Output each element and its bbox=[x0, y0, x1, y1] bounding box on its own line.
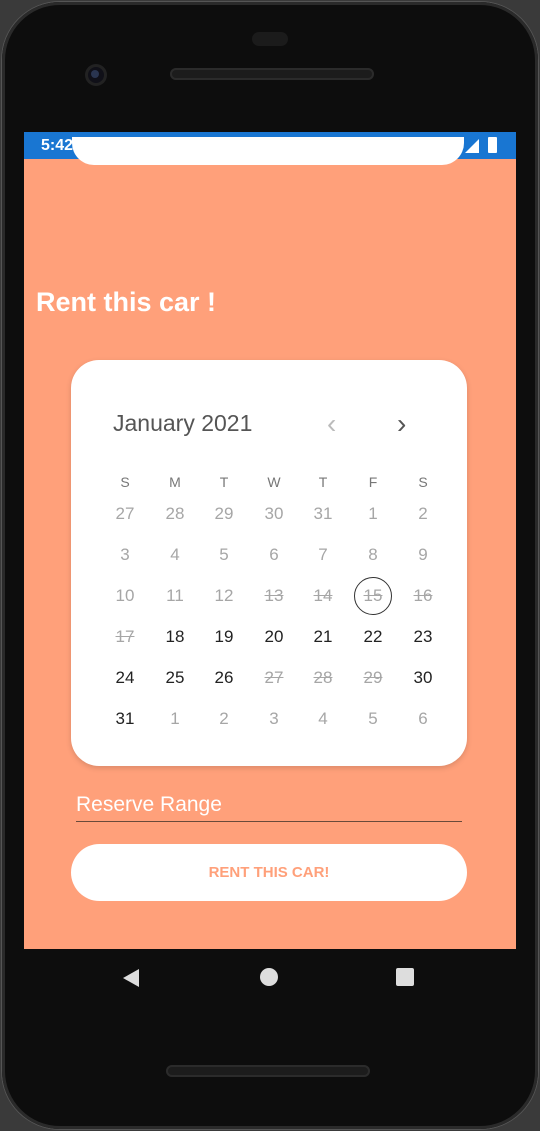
weekday-label: M bbox=[169, 474, 181, 490]
calendar-day-outside-month: 29 bbox=[214, 504, 234, 523]
calendar-day-outside-month: 3 bbox=[269, 709, 279, 728]
calendar-day-outside-month: 2 bbox=[219, 709, 229, 728]
calendar-day-past: 5 bbox=[219, 545, 229, 564]
calendar-day-unavailable: 16 bbox=[413, 586, 433, 605]
calendar-day-outside-month: 30 bbox=[264, 504, 284, 523]
calendar-day-past: 7 bbox=[318, 545, 328, 564]
calendar-day-selected: 15 bbox=[354, 577, 392, 615]
top-sensor bbox=[252, 32, 288, 46]
calendar-day-past: 3 bbox=[120, 545, 130, 564]
weekday-label: S bbox=[120, 474, 130, 490]
rent-car-button[interactable]: RENT THIS CAR! bbox=[71, 844, 467, 901]
calendar-day-outside-month: 28 bbox=[165, 504, 185, 523]
calendar-day-past: 1 bbox=[368, 504, 378, 523]
status-time: 5:42 bbox=[41, 137, 74, 154]
calendar-day-outside-month: 27 bbox=[115, 504, 135, 523]
calendar-day[interactable]: 31 bbox=[105, 709, 145, 729]
weekday-label: F bbox=[368, 474, 378, 490]
weekday-label: T bbox=[318, 474, 328, 490]
calendar-day-unavailable: 27 bbox=[264, 668, 284, 687]
calendar-day-unavailable: 29 bbox=[363, 668, 383, 687]
calendar-day-past: 2 bbox=[418, 504, 428, 523]
calendar-month-label: January 2021 bbox=[113, 410, 253, 436]
calendar-day-outside-month: 6 bbox=[418, 709, 428, 728]
reserve-range-underline bbox=[76, 821, 462, 822]
calendar-day[interactable]: 25 bbox=[155, 668, 195, 688]
calendar-day-past: 10 bbox=[115, 586, 135, 605]
date-picker-calendar: January 2021 ‹ › SMTWTFS 27 28 29 30 31 1 2 3 4 5… bbox=[71, 360, 467, 766]
previous-card-edge bbox=[72, 137, 464, 165]
next-month-icon[interactable]: › bbox=[397, 408, 406, 440]
calendar-day[interactable]: 18 bbox=[155, 627, 195, 647]
back-icon[interactable] bbox=[123, 969, 139, 987]
calendar-day-unavailable: 28 bbox=[313, 668, 333, 687]
weekday-label: T bbox=[219, 474, 229, 490]
front-camera bbox=[85, 64, 107, 86]
calendar-day-unavailable: 14 bbox=[313, 586, 333, 605]
previous-month-icon[interactable]: ‹ bbox=[327, 408, 336, 440]
calendar-day-past: 8 bbox=[368, 545, 378, 564]
calendar-day-outside-month: 5 bbox=[368, 709, 378, 728]
calendar-day-outside-month: 1 bbox=[170, 709, 180, 728]
reserve-range-field[interactable]: Reserve Range bbox=[76, 793, 222, 817]
calendar-day-unavailable: 13 bbox=[264, 586, 284, 605]
home-icon[interactable] bbox=[260, 968, 278, 986]
weekday-label: W bbox=[267, 474, 281, 490]
calendar-day-outside-month: 4 bbox=[318, 709, 328, 728]
calendar-day[interactable]: 20 bbox=[254, 627, 294, 647]
calendar-day-past: 6 bbox=[269, 545, 279, 564]
calendar-day[interactable]: 30 bbox=[403, 668, 443, 688]
calendar-day[interactable]: 26 bbox=[204, 668, 244, 688]
earpiece-speaker bbox=[170, 68, 374, 80]
weekday-label: S bbox=[418, 474, 428, 490]
calendar-day[interactable]: 22 bbox=[353, 627, 393, 647]
calendar-day-unavailable: 17 bbox=[115, 627, 135, 646]
calendar-day-past: 11 bbox=[166, 586, 184, 605]
calendar-day-past: 9 bbox=[418, 545, 428, 564]
calendar-day-past: 4 bbox=[170, 545, 180, 564]
signal-icon bbox=[465, 139, 479, 153]
android-nav-bar bbox=[24, 949, 516, 1007]
page-title: Rent this car ! bbox=[36, 287, 217, 317]
calendar-day[interactable]: 23 bbox=[403, 627, 443, 647]
calendar-day-past: 12 bbox=[214, 586, 234, 605]
calendar-day-outside-month: 31 bbox=[313, 504, 333, 523]
calendar-day[interactable]: 21 bbox=[303, 627, 343, 647]
app-screen: 5:42 ⚙ Rent this car ! January 2021 ‹ › … bbox=[24, 132, 516, 949]
bottom-speaker bbox=[166, 1065, 370, 1077]
recents-icon[interactable] bbox=[396, 968, 414, 986]
battery-icon bbox=[488, 137, 497, 153]
calendar-day[interactable]: 19 bbox=[204, 627, 244, 647]
calendar-day[interactable]: 24 bbox=[105, 668, 145, 688]
